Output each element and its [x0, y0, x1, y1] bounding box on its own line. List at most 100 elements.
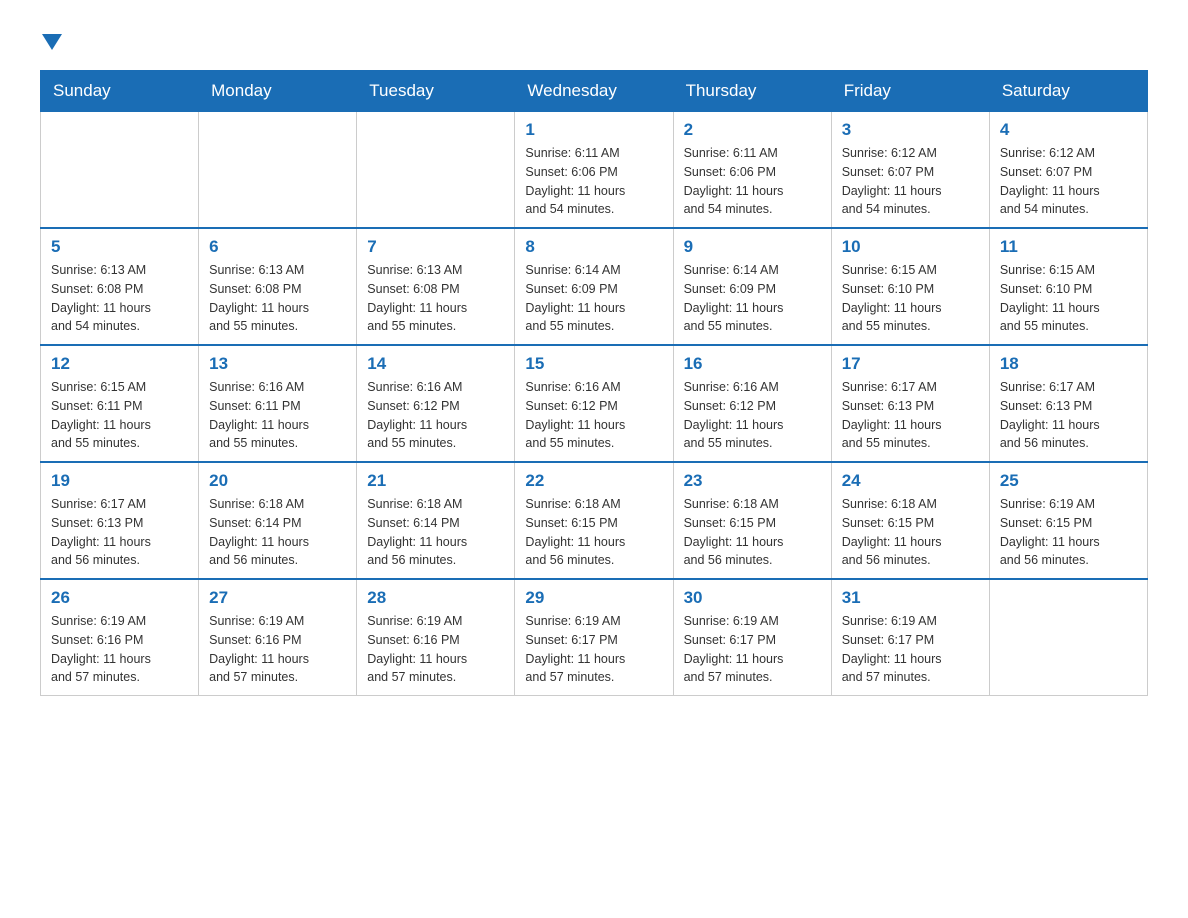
day-number: 10 [842, 237, 979, 257]
calendar-header-friday: Friday [831, 71, 989, 112]
day-number: 31 [842, 588, 979, 608]
calendar-cell: 5 Sunrise: 6:13 AM Sunset: 6:08 PM Daylig… [41, 228, 199, 345]
day-number: 12 [51, 354, 188, 374]
day-info: Sunrise: 6:18 AM Sunset: 6:15 PM Dayligh… [842, 495, 979, 570]
calendar-cell: 18 Sunrise: 6:17 AM Sunset: 6:13 PM Dayli… [989, 345, 1147, 462]
day-info: Sunrise: 6:17 AM Sunset: 6:13 PM Dayligh… [842, 378, 979, 453]
day-number: 25 [1000, 471, 1137, 491]
calendar-cell: 22 Sunrise: 6:18 AM Sunset: 6:15 PM Dayli… [515, 462, 673, 579]
calendar-header-saturday: Saturday [989, 71, 1147, 112]
calendar-cell: 25 Sunrise: 6:19 AM Sunset: 6:15 PM Dayli… [989, 462, 1147, 579]
day-info: Sunrise: 6:19 AM Sunset: 6:17 PM Dayligh… [525, 612, 662, 687]
day-info: Sunrise: 6:17 AM Sunset: 6:13 PM Dayligh… [51, 495, 188, 570]
day-info: Sunrise: 6:16 AM Sunset: 6:12 PM Dayligh… [367, 378, 504, 453]
calendar-week-row: 19 Sunrise: 6:17 AM Sunset: 6:13 PM Dayli… [41, 462, 1148, 579]
day-number: 27 [209, 588, 346, 608]
calendar-cell: 27Sunrise: 6:19 AM Sunset: 6:16 PM Dayli… [199, 579, 357, 696]
calendar-cell: 12 Sunrise: 6:15 AM Sunset: 6:11 PM Dayli… [41, 345, 199, 462]
calendar-cell: 15 Sunrise: 6:16 AM Sunset: 6:12 PM Dayli… [515, 345, 673, 462]
calendar-week-row: 26 Sunrise: 6:19 AM Sunset: 6:16 PM Dayli… [41, 579, 1148, 696]
calendar-cell: 9 Sunrise: 6:14 AM Sunset: 6:09 PM Daylig… [673, 228, 831, 345]
day-number: 8 [525, 237, 662, 257]
calendar-cell: 13 Sunrise: 6:16 AM Sunset: 6:11 PM Dayli… [199, 345, 357, 462]
day-number: 14 [367, 354, 504, 374]
day-number: 16 [684, 354, 821, 374]
day-number: 11 [1000, 237, 1137, 257]
day-number: 24 [842, 471, 979, 491]
day-number: 2 [684, 120, 821, 140]
day-info: Sunrise: 6:12 AM Sunset: 6:07 PM Dayligh… [1000, 144, 1137, 219]
day-info: Sunrise: 6:19 AM Sunset: 6:16 PM Dayligh… [51, 612, 188, 687]
page-header [40, 30, 1148, 50]
day-number: 18 [1000, 354, 1137, 374]
day-info: Sunrise: 6:13 AM Sunset: 6:08 PM Dayligh… [51, 261, 188, 336]
calendar-cell: 31 Sunrise: 6:19 AM Sunset: 6:17 PM Dayli… [831, 579, 989, 696]
day-number: 5 [51, 237, 188, 257]
calendar-cell: 16 Sunrise: 6:16 AM Sunset: 6:12 PM Dayli… [673, 345, 831, 462]
logo-arrow-icon [40, 30, 62, 50]
calendar-cell: 28 Sunrise: 6:19 AM Sunset: 6:16 PM Dayli… [357, 579, 515, 696]
day-info: Sunrise: 6:18 AM Sunset: 6:15 PM Dayligh… [684, 495, 821, 570]
calendar-cell: 2Sunrise: 6:11 AM Sunset: 6:06 PM Daylig… [673, 112, 831, 229]
day-number: 28 [367, 588, 504, 608]
calendar-cell [989, 579, 1147, 696]
day-info: Sunrise: 6:13 AM Sunset: 6:08 PM Dayligh… [367, 261, 504, 336]
day-number: 7 [367, 237, 504, 257]
calendar-week-row: 1 Sunrise: 6:11 AM Sunset: 6:06 PM Daylig… [41, 112, 1148, 229]
day-info: Sunrise: 6:16 AM Sunset: 6:12 PM Dayligh… [525, 378, 662, 453]
calendar-cell: 29 Sunrise: 6:19 AM Sunset: 6:17 PM Dayli… [515, 579, 673, 696]
day-info: Sunrise: 6:11 AM Sunset: 6:06 PM Dayligh… [525, 144, 662, 219]
calendar-header-row: SundayMondayTuesdayWednesdayThursdayFrid… [41, 71, 1148, 112]
day-number: 1 [525, 120, 662, 140]
calendar-cell: 17 Sunrise: 6:17 AM Sunset: 6:13 PM Dayli… [831, 345, 989, 462]
day-info: Sunrise: 6:19 AM Sunset: 6:17 PM Dayligh… [684, 612, 821, 687]
day-number: 6 [209, 237, 346, 257]
day-info: Sunrise: 6:18 AM Sunset: 6:15 PM Dayligh… [525, 495, 662, 570]
calendar-header-monday: Monday [199, 71, 357, 112]
day-info: Sunrise: 6:18 AM Sunset: 6:14 PM Dayligh… [209, 495, 346, 570]
day-info: Sunrise: 6:14 AM Sunset: 6:09 PM Dayligh… [684, 261, 821, 336]
calendar-cell: 14 Sunrise: 6:16 AM Sunset: 6:12 PM Dayli… [357, 345, 515, 462]
calendar-week-row: 5 Sunrise: 6:13 AM Sunset: 6:08 PM Daylig… [41, 228, 1148, 345]
day-info: Sunrise: 6:18 AM Sunset: 6:14 PM Dayligh… [367, 495, 504, 570]
logo [40, 30, 62, 50]
day-number: 4 [1000, 120, 1137, 140]
calendar-header-thursday: Thursday [673, 71, 831, 112]
day-number: 22 [525, 471, 662, 491]
calendar-cell: 21Sunrise: 6:18 AM Sunset: 6:14 PM Dayli… [357, 462, 515, 579]
day-info: Sunrise: 6:19 AM Sunset: 6:15 PM Dayligh… [1000, 495, 1137, 570]
calendar-week-row: 12 Sunrise: 6:15 AM Sunset: 6:11 PM Dayli… [41, 345, 1148, 462]
calendar-cell: 20 Sunrise: 6:18 AM Sunset: 6:14 PM Dayli… [199, 462, 357, 579]
day-number: 3 [842, 120, 979, 140]
day-info: Sunrise: 6:15 AM Sunset: 6:10 PM Dayligh… [842, 261, 979, 336]
day-info: Sunrise: 6:16 AM Sunset: 6:12 PM Dayligh… [684, 378, 821, 453]
day-number: 23 [684, 471, 821, 491]
day-info: Sunrise: 6:14 AM Sunset: 6:09 PM Dayligh… [525, 261, 662, 336]
day-number: 17 [842, 354, 979, 374]
calendar-header-tuesday: Tuesday [357, 71, 515, 112]
day-info: Sunrise: 6:15 AM Sunset: 6:11 PM Dayligh… [51, 378, 188, 453]
calendar-cell [357, 112, 515, 229]
day-info: Sunrise: 6:19 AM Sunset: 6:17 PM Dayligh… [842, 612, 979, 687]
day-number: 13 [209, 354, 346, 374]
calendar-cell: 19 Sunrise: 6:17 AM Sunset: 6:13 PM Dayli… [41, 462, 199, 579]
day-number: 26 [51, 588, 188, 608]
day-number: 9 [684, 237, 821, 257]
day-number: 20 [209, 471, 346, 491]
day-number: 15 [525, 354, 662, 374]
calendar-cell: 30Sunrise: 6:19 AM Sunset: 6:17 PM Dayli… [673, 579, 831, 696]
day-info: Sunrise: 6:12 AM Sunset: 6:07 PM Dayligh… [842, 144, 979, 219]
calendar-cell: 11 Sunrise: 6:15 AM Sunset: 6:10 PM Dayli… [989, 228, 1147, 345]
day-number: 19 [51, 471, 188, 491]
day-number: 29 [525, 588, 662, 608]
calendar-table: SundayMondayTuesdayWednesdayThursdayFrid… [40, 70, 1148, 696]
day-info: Sunrise: 6:17 AM Sunset: 6:13 PM Dayligh… [1000, 378, 1137, 453]
day-info: Sunrise: 6:19 AM Sunset: 6:16 PM Dayligh… [367, 612, 504, 687]
day-info: Sunrise: 6:15 AM Sunset: 6:10 PM Dayligh… [1000, 261, 1137, 336]
calendar-cell: 23 Sunrise: 6:18 AM Sunset: 6:15 PM Dayli… [673, 462, 831, 579]
calendar-cell: 1 Sunrise: 6:11 AM Sunset: 6:06 PM Daylig… [515, 112, 673, 229]
calendar-cell: 8 Sunrise: 6:14 AM Sunset: 6:09 PM Daylig… [515, 228, 673, 345]
calendar-cell: 24 Sunrise: 6:18 AM Sunset: 6:15 PM Dayli… [831, 462, 989, 579]
day-info: Sunrise: 6:16 AM Sunset: 6:11 PM Dayligh… [209, 378, 346, 453]
calendar-cell [199, 112, 357, 229]
